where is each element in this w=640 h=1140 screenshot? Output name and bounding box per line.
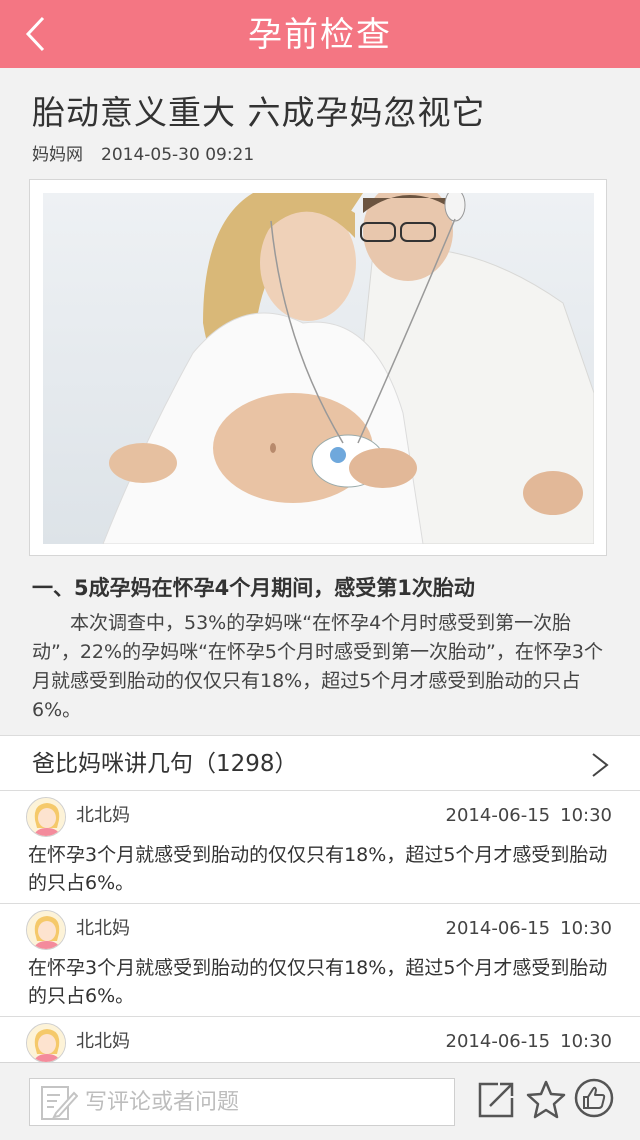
- chevron-right-icon: [592, 753, 609, 777]
- header-scalloped-edge: [0, 62, 640, 70]
- article-title: 胎动意义重大 六成孕妈忽视它: [32, 93, 486, 132]
- couple-photo-illustration: [43, 193, 594, 544]
- avatar[interactable]: [26, 1023, 66, 1062]
- comment-text: 在怀孕3个月就感受到胎动的仅仅只有18%，超过5个月才感受到胎动的只占6%。: [28, 957, 608, 1007]
- avatar[interactable]: [26, 910, 66, 950]
- favorite-button[interactable]: [524, 1078, 568, 1122]
- comments-header[interactable]: 爸比妈咪讲几句（1298）: [0, 735, 640, 791]
- comment-input-placeholder: 写评论或者问题: [85, 1090, 240, 1115]
- article-body-text: 本次调查中，53%的孕妈咪“在怀孕4个月时感受到第一次胎动”，22%的孕妈咪“在…: [32, 612, 603, 721]
- comment-input[interactable]: 写评论或者问题: [29, 1078, 455, 1126]
- user-avatar-icon: [27, 798, 65, 836]
- comment-username[interactable]: 北北妈: [76, 917, 130, 941]
- comment-time: 10:30: [560, 1031, 612, 1052]
- comment-date: 2014-06-15: [445, 918, 551, 939]
- comment-date: 2014-06-15: [445, 805, 551, 826]
- comment-date: 2014-06-15: [445, 1031, 551, 1052]
- article-source: 妈妈网: [32, 145, 83, 165]
- comment-timestamp: 2014-06-15 10:30: [446, 917, 612, 941]
- article-image-frame: [29, 179, 607, 556]
- avatar[interactable]: [26, 797, 66, 837]
- bottom-action-bar: 写评论或者问题: [0, 1062, 640, 1140]
- comments-title: 爸比妈咪讲几句（1298）: [32, 751, 298, 777]
- comment-timestamp: 2014-06-15 10:30: [446, 804, 612, 828]
- top-navigation-bar: 孕前检查: [0, 0, 640, 68]
- share-icon: [478, 1082, 514, 1118]
- thumbs-up-icon: [574, 1078, 614, 1118]
- comment-item[interactable]: 北北妈 2014-06-15 10:30 在怀孕3个月就感受到胎动的仅仅只有18%…: [0, 791, 640, 904]
- user-avatar-icon: [27, 1024, 65, 1062]
- comment-username[interactable]: 北北妈: [76, 804, 130, 828]
- comment-time: 10:30: [560, 805, 612, 826]
- comment-username[interactable]: 北北妈: [76, 1030, 130, 1054]
- comment-item[interactable]: 北北妈 2014-06-15 10:30: [0, 1017, 640, 1062]
- article-meta: 妈妈网 2014-05-30 09:21: [32, 143, 254, 167]
- comment-item[interactable]: 北北妈 2014-06-15 10:30 在怀孕3个月就感受到胎动的仅仅只有18%…: [0, 904, 640, 1017]
- article-image[interactable]: [43, 193, 594, 544]
- edit-icon: [41, 1086, 78, 1120]
- share-button[interactable]: [474, 1078, 518, 1122]
- comment-timestamp: 2014-06-15 10:30: [446, 1030, 612, 1054]
- page-title: 孕前检查: [248, 15, 392, 55]
- comment-time: 10:30: [560, 918, 612, 939]
- user-avatar-icon: [27, 911, 65, 949]
- article-datetime: 2014-05-30 09:21: [101, 145, 255, 165]
- comment-text: 在怀孕3个月就感受到胎动的仅仅只有18%，超过5个月才感受到胎动的只占6%。: [28, 844, 608, 894]
- star-icon: [526, 1080, 566, 1119]
- section-heading: 一、5成孕妈在怀孕4个月期间，感受第1次胎动: [32, 576, 475, 600]
- like-button[interactable]: [574, 1078, 618, 1122]
